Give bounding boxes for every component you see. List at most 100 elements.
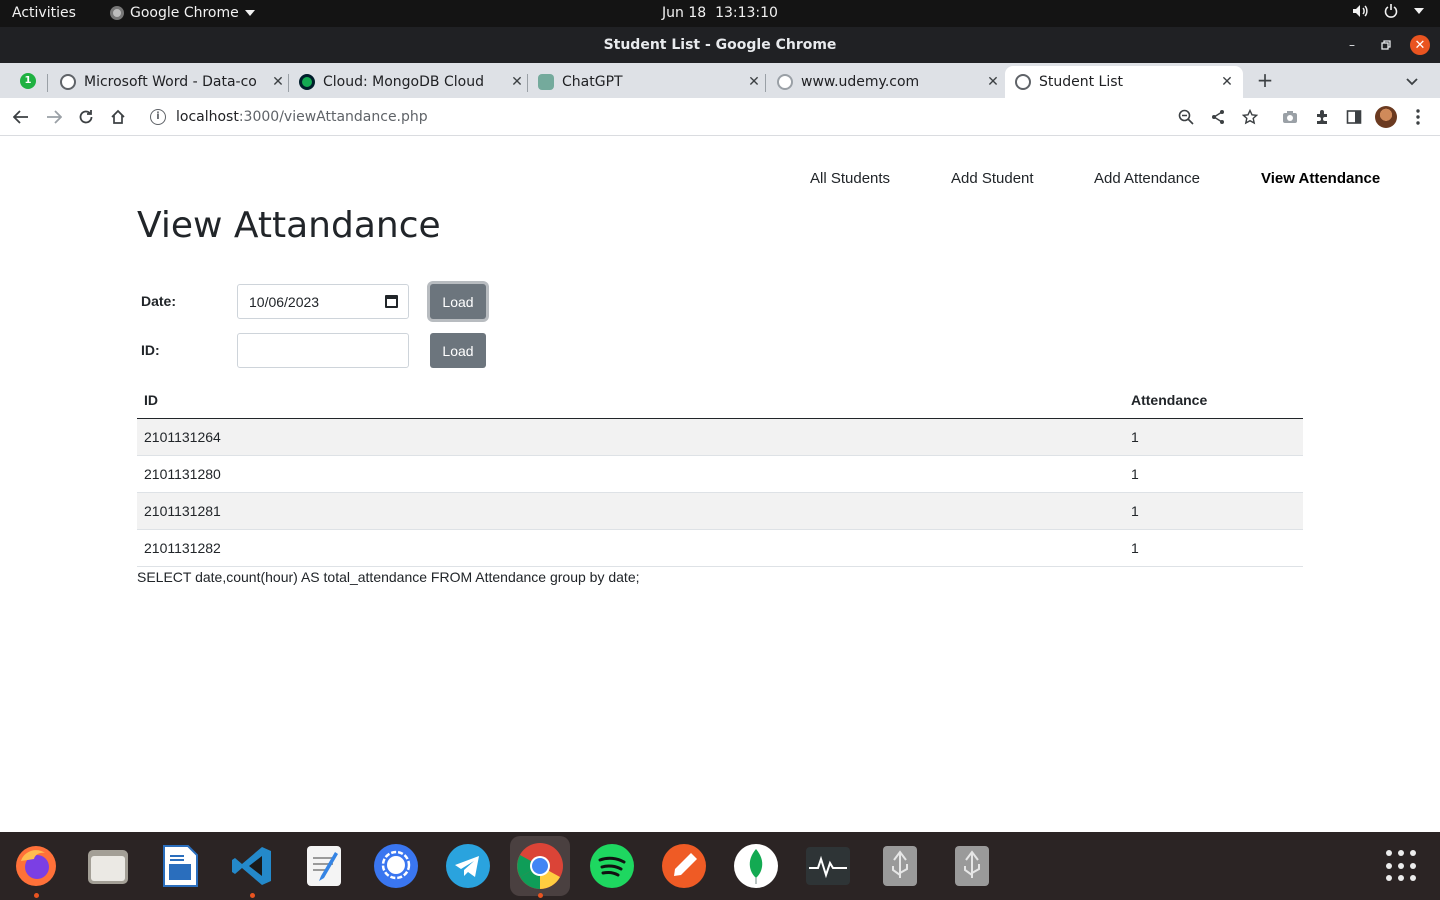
- tab-student-list[interactable]: Student List ✕: [1005, 66, 1243, 98]
- running-indicator: [538, 893, 543, 898]
- zoom-out-icon: [1178, 109, 1194, 125]
- usb-drive-icon[interactable]: [948, 842, 996, 890]
- telegram-icon[interactable]: [444, 842, 492, 890]
- power-icon: [1384, 4, 1398, 18]
- bookmark-button[interactable]: [1240, 107, 1260, 127]
- url-path: :3000/viewAttandance.php: [238, 109, 428, 125]
- new-tab-button[interactable]: +: [1254, 69, 1276, 91]
- tab-mongodb-cloud[interactable]: Cloud: MongoDB Cloud ✕: [293, 66, 525, 98]
- system-monitor-icon[interactable]: [804, 842, 852, 890]
- close-icon[interactable]: ✕: [509, 74, 525, 90]
- nav-all-students[interactable]: All Students: [810, 170, 890, 187]
- dock: [0, 832, 1440, 900]
- text-editor-icon[interactable]: [300, 842, 348, 890]
- system-top-bar: Activities Google Chrome Jun 18 13:13:10: [0, 0, 1440, 27]
- tab-group-badge[interactable]: 1: [20, 73, 36, 89]
- home-button[interactable]: [107, 106, 129, 128]
- site-info-icon[interactable]: i: [150, 109, 166, 125]
- app-menu[interactable]: Google Chrome: [110, 5, 255, 21]
- table-header-row: ID Attendance: [137, 382, 1303, 419]
- close-icon[interactable]: ✕: [270, 74, 286, 90]
- tab-separator: [765, 74, 766, 92]
- back-button[interactable]: [10, 106, 32, 128]
- screenshot-button[interactable]: [1280, 107, 1300, 127]
- extensions-button[interactable]: [1312, 107, 1332, 127]
- window-title: Student List - Google Chrome: [603, 37, 837, 53]
- cell-attendance: 1: [1131, 529, 1303, 567]
- mongodb-leaf-icon: [299, 74, 315, 90]
- page-title: View Attandance: [137, 205, 441, 246]
- tab-separator: [47, 74, 48, 92]
- activities-button[interactable]: Activities: [12, 5, 76, 21]
- more-vert-icon: [1416, 109, 1420, 125]
- system-tray[interactable]: [1352, 4, 1424, 18]
- volume-icon: [1353, 5, 1368, 17]
- zoom-button[interactable]: [1176, 107, 1196, 127]
- close-icon[interactable]: ✕: [985, 74, 1001, 90]
- spotify-icon[interactable]: [588, 842, 636, 890]
- cell-attendance: 1: [1131, 492, 1303, 530]
- column-header-id: ID: [137, 382, 1131, 419]
- info-icon: [777, 74, 793, 90]
- globe-icon: [1015, 74, 1031, 90]
- postman-icon[interactable]: [660, 842, 708, 890]
- clock-time[interactable]: 13:13:10: [715, 5, 778, 21]
- tab-label: Student List: [1039, 74, 1124, 90]
- cell-attendance: 1: [1131, 418, 1303, 456]
- tab-search-button[interactable]: [1402, 71, 1422, 91]
- vscode-icon[interactable]: [228, 842, 276, 890]
- libreoffice-writer-icon[interactable]: [156, 842, 204, 890]
- usb-drive-icon[interactable]: [876, 842, 924, 890]
- chrome-menu-button[interactable]: [1408, 107, 1428, 127]
- forward-button[interactable]: [43, 106, 65, 128]
- running-indicator: [34, 893, 39, 898]
- reload-icon: [79, 110, 93, 124]
- nav-add-student[interactable]: Add Student: [951, 170, 1034, 187]
- chevron-down-icon: [1414, 8, 1424, 14]
- cell-id: 2101131281: [137, 492, 1131, 530]
- tab-separator: [527, 74, 528, 92]
- clock-date[interactable]: Jun 18: [662, 5, 706, 21]
- address-bar[interactable]: i localhost:3000/viewAttandance.php: [140, 102, 1240, 132]
- date-label: Date:: [141, 293, 177, 309]
- load-by-date-button[interactable]: Load: [430, 284, 486, 319]
- home-icon: [111, 109, 125, 124]
- reload-button[interactable]: [75, 106, 97, 128]
- side-panel-icon: [1346, 110, 1362, 124]
- maximize-button[interactable]: [1376, 35, 1396, 55]
- firefox-icon[interactable]: [12, 842, 60, 890]
- chrome-icon[interactable]: [510, 836, 570, 896]
- cell-id: 2101131264: [137, 418, 1131, 456]
- tab-label: Cloud: MongoDB Cloud: [323, 74, 484, 90]
- profile-avatar[interactable]: [1375, 106, 1397, 128]
- arrow-right-icon: [47, 110, 62, 124]
- nav-view-attendance[interactable]: View Attendance: [1261, 170, 1380, 187]
- app-menu-label: Google Chrome: [130, 5, 239, 21]
- tab-udemy[interactable]: www.udemy.com ✕: [771, 66, 1001, 98]
- nav-add-attendance[interactable]: Add Attendance: [1094, 170, 1200, 187]
- cell-attendance: 1: [1131, 455, 1303, 493]
- minimize-button[interactable]: –: [1342, 35, 1362, 55]
- close-icon[interactable]: ✕: [1219, 74, 1235, 90]
- date-input[interactable]: 10/06/2023: [237, 284, 409, 319]
- table-row: 2101131282 1: [137, 529, 1303, 567]
- show-applications-button[interactable]: [1386, 850, 1418, 882]
- chrome-app-icon: [110, 6, 124, 20]
- running-indicator: [250, 893, 255, 898]
- share-button[interactable]: [1208, 107, 1228, 127]
- tab-chatgpt[interactable]: ChatGPT ✕: [532, 66, 762, 98]
- close-icon[interactable]: ✕: [746, 74, 762, 90]
- tab-microsoft-word[interactable]: Microsoft Word - Data-co ✕: [54, 66, 286, 98]
- files-icon[interactable]: [84, 842, 132, 890]
- load-by-id-button[interactable]: Load: [430, 333, 486, 368]
- browser-toolbar: i localhost:3000/viewAttandance.php: [0, 98, 1440, 136]
- signal-icon[interactable]: [372, 842, 420, 890]
- close-window-button[interactable]: ✕: [1410, 35, 1430, 55]
- mongodb-compass-icon[interactable]: [732, 842, 780, 890]
- id-input[interactable]: [237, 333, 409, 368]
- url-host: localhost: [176, 109, 239, 125]
- chevron-down-icon: [1406, 78, 1418, 86]
- chevron-down-icon: [244, 10, 255, 16]
- calendar-icon[interactable]: [385, 295, 398, 308]
- side-panel-button[interactable]: [1344, 107, 1364, 127]
